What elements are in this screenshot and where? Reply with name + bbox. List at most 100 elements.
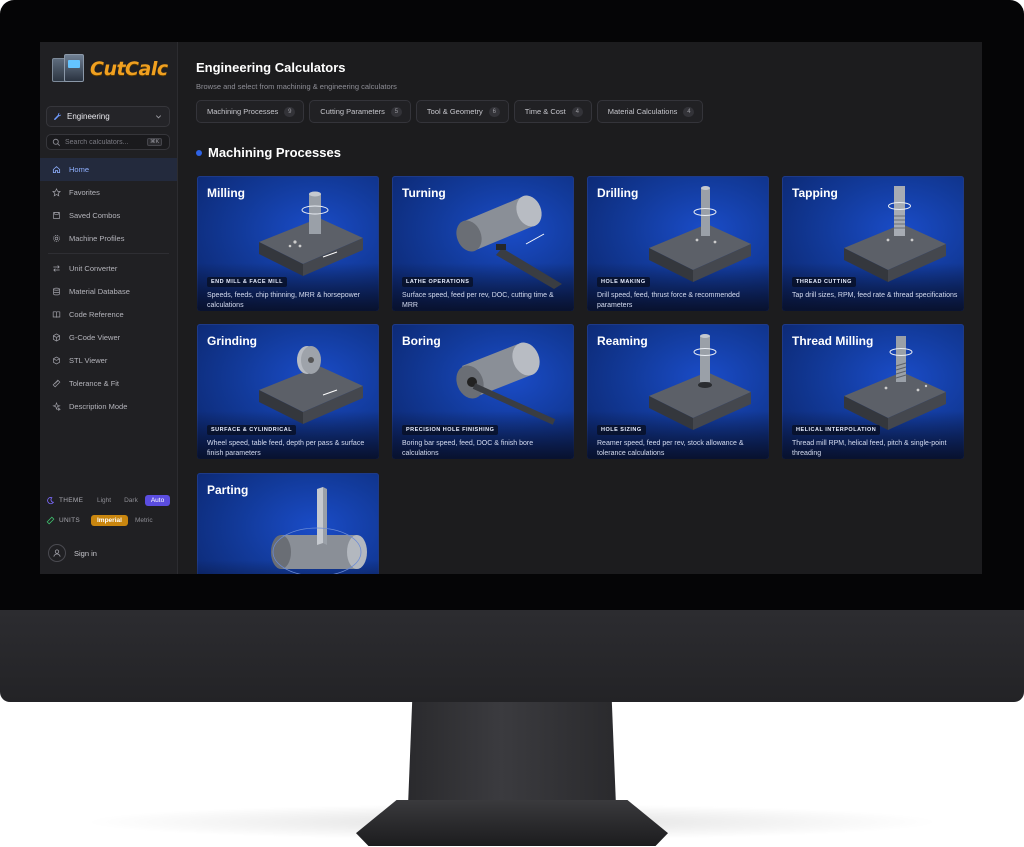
section-bullet — [196, 149, 202, 156]
card-badge: PRECISION HOLE FINISHING — [402, 425, 499, 435]
logo-text: CutCalc — [90, 58, 168, 80]
tab-count-badge: 5 — [390, 106, 402, 117]
parting-illustration — [271, 487, 367, 574]
sidebar-item-code-reference[interactable]: Code Reference — [40, 303, 177, 326]
card-badge: SURFACE & CYLINDRICAL — [207, 425, 297, 435]
units-option-imperial[interactable]: Imperial — [91, 514, 128, 526]
box-icon — [52, 356, 61, 365]
card-description: Speeds, feeds, chip thinning, MRR & hors… — [207, 292, 360, 309]
star-icon — [52, 188, 61, 197]
search-input[interactable] — [65, 138, 143, 146]
card-title: Grinding — [207, 334, 257, 348]
search-box[interactable]: ⌘K — [46, 134, 170, 150]
units-ruler-icon — [46, 516, 55, 525]
sidebar-item-label: Home — [69, 165, 90, 174]
tab-time-cost[interactable]: Time & Cost 4 — [513, 100, 592, 123]
search-shortcut: ⌘K — [147, 138, 163, 146]
tab-material-calculations[interactable]: Material Calculations 4 — [596, 100, 704, 123]
card-drilling[interactable]: Drilling HOLE MAKING Drill speed, feed, … — [587, 176, 769, 311]
sidebar-item-label: Machine Profiles — [69, 234, 125, 243]
tab-label: Time & Cost — [524, 107, 566, 116]
card-title: Turning — [402, 186, 446, 200]
theme-setting: THEME Light Dark Auto — [40, 490, 177, 510]
theme-option-light[interactable]: Light — [91, 495, 117, 506]
card-tapping[interactable]: Tapping THREAD CUTTING Tap drill sizes, … — [782, 176, 964, 311]
card-grinding[interactable]: Grinding SURFACE & CYLINDRICAL Wheel spe… — [197, 324, 379, 459]
sidebar-item-label: Unit Converter — [69, 264, 118, 273]
card-description: Wheel speed, table feed, depth per pass … — [207, 440, 365, 457]
tab-label: Machining Processes — [207, 107, 279, 116]
sidebar-nav: Home Favorites Saved Combos Machine Prof… — [40, 158, 177, 418]
book-icon — [52, 310, 61, 319]
units-toggle: Imperial Metric — [91, 514, 159, 526]
tab-count-badge: 9 — [284, 106, 296, 117]
theme-icon — [46, 496, 55, 505]
sidebar-item-label: Description Mode — [69, 402, 128, 411]
card-title: Thread Milling — [792, 334, 874, 348]
tab-machining-processes[interactable]: Machining Processes 9 — [196, 100, 305, 123]
sidebar-item-label: Material Database — [69, 287, 130, 296]
sidebar-item-unit-converter[interactable]: Unit Converter — [40, 257, 177, 280]
app-logo[interactable]: CutCalc — [50, 52, 168, 86]
sidebar-item-stl-viewer[interactable]: STL Viewer — [40, 349, 177, 372]
drilling-illustration — [649, 186, 751, 282]
sidebar-item-g-code-viewer[interactable]: G-Code Viewer — [40, 326, 177, 349]
cnc-machine-logo-icon — [50, 52, 86, 86]
card-title: Boring — [402, 334, 441, 348]
sidebar-item-label: Saved Combos — [69, 211, 121, 220]
tab-label: Tool & Geometry — [426, 107, 483, 116]
sidebar: CutCalc Engineering ⌘K — [40, 42, 178, 574]
tab-tool-geometry[interactable]: Tool & Geometry 6 — [415, 100, 509, 123]
sidebar-item-saved-combos[interactable]: Saved Combos — [40, 204, 177, 227]
home-icon — [52, 165, 61, 174]
card-badge: THREAD CUTTING — [792, 277, 856, 287]
card-milling[interactable]: Milling END MILL & FACE MILL Speeds, fee… — [197, 176, 379, 311]
card-thread-milling[interactable]: Thread Milling HELICAL INTERPOLATION Thr… — [782, 324, 964, 459]
grinding-illustration — [259, 346, 363, 424]
category-tabs: Machining Processes 9 Cutting Parameters… — [196, 100, 704, 123]
theme-option-dark[interactable]: Dark — [118, 495, 144, 506]
units-option-metric[interactable]: Metric — [129, 515, 159, 526]
tab-label: Material Calculations — [607, 107, 678, 116]
card-title: Milling — [207, 186, 245, 200]
theme-label: THEME — [59, 496, 84, 504]
card-badge: HELICAL INTERPOLATION — [792, 425, 881, 435]
card-reaming[interactable]: Reaming HOLE SIZING Reamer speed, feed p… — [587, 324, 769, 459]
card-turning[interactable]: Turning LATHE OPERATIONS Surface speed, … — [392, 176, 574, 311]
convert-icon — [52, 264, 61, 273]
sidebar-item-label: Tolerance & Fit — [69, 379, 120, 388]
card-description: Surface speed, feed per rev, DOC, cuttin… — [402, 292, 554, 309]
gear-icon — [52, 234, 61, 243]
reaming-illustration — [649, 334, 751, 430]
card-badge: HOLE SIZING — [597, 425, 646, 435]
units-setting: UNITS Imperial Metric — [40, 510, 177, 530]
tab-cutting-parameters[interactable]: Cutting Parameters 5 — [309, 100, 411, 123]
card-title: Tapping — [792, 186, 838, 200]
sidebar-item-material-database[interactable]: Material Database — [40, 280, 177, 303]
sidebar-item-tolerance-fit[interactable]: Tolerance & Fit — [40, 372, 177, 395]
section-title: Machining Processes — [208, 145, 341, 160]
card-boring[interactable]: Boring PRECISION HOLE FINISHING Boring b… — [392, 324, 574, 459]
main-content: Engineering Calculators Browse and selec… — [178, 42, 982, 574]
theme-option-auto[interactable]: Auto — [144, 494, 171, 506]
card-description: Drill speed, feed, thrust force & recomm… — [597, 292, 740, 309]
card-description: Reamer speed, feed per rev, stock allowa… — [597, 440, 744, 457]
sidebar-item-machine-profiles[interactable]: Machine Profiles — [40, 227, 177, 250]
tab-label: Cutting Parameters — [320, 107, 385, 116]
department-selector[interactable]: Engineering — [46, 106, 170, 127]
page-title: Engineering Calculators — [196, 60, 346, 75]
card-badge: END MILL & FACE MILL — [207, 277, 287, 287]
database-icon — [52, 287, 61, 296]
section-header: Machining Processes — [196, 145, 341, 160]
sign-in-button[interactable]: Sign in — [48, 544, 97, 562]
sidebar-item-description-mode[interactable]: Description Mode — [40, 395, 177, 418]
sidebar-item-favorites[interactable]: Favorites — [40, 181, 177, 204]
monitor: CutCalc Engineering ⌘K — [0, 0, 1024, 847]
card-parting[interactable]: Parting — [197, 473, 379, 574]
turning-illustration — [456, 195, 562, 289]
sparkle-icon — [52, 402, 61, 411]
sidebar-item-label: Favorites — [69, 188, 100, 197]
card-badge: LATHE OPERATIONS — [402, 277, 474, 287]
monitor-stand-base — [356, 800, 668, 846]
sidebar-item-home[interactable]: Home — [40, 158, 177, 181]
